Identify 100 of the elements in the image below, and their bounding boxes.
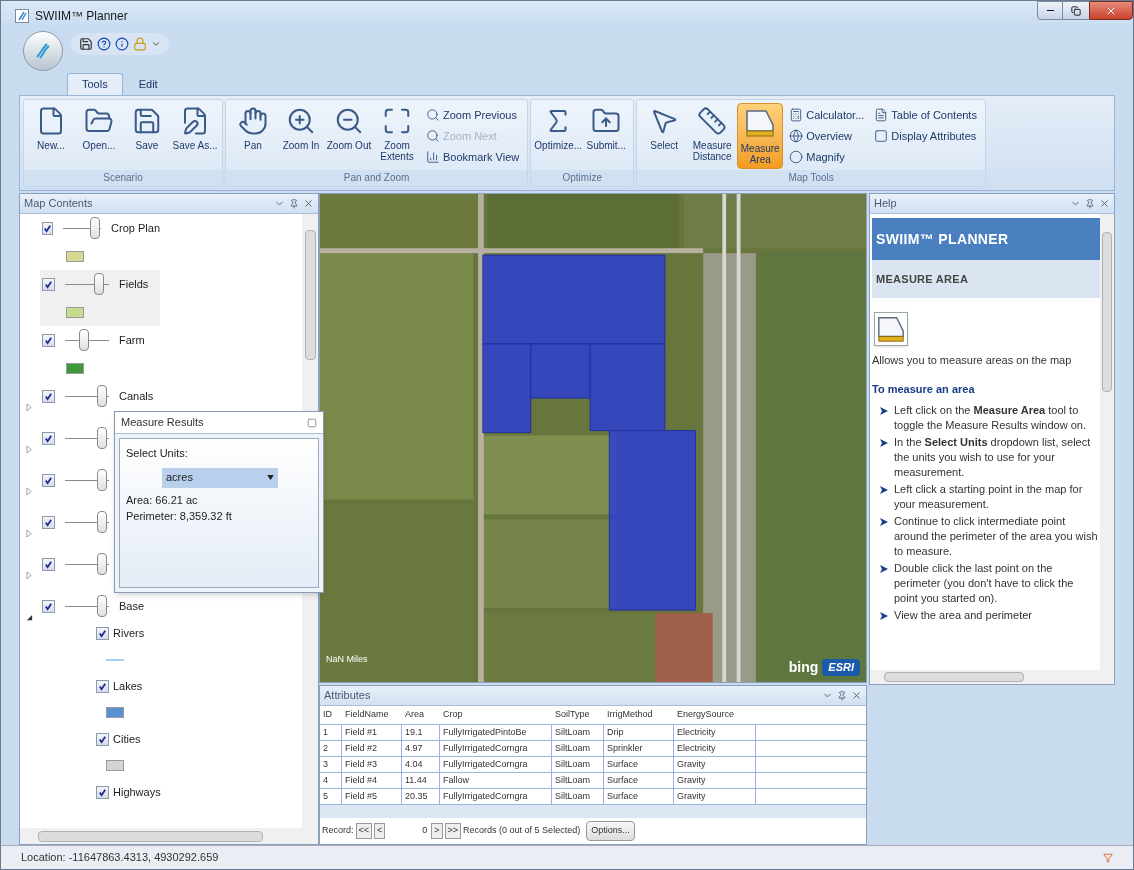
checkbox[interactable] <box>42 333 55 347</box>
bullet-arrow-icon <box>880 612 888 620</box>
satellite-map-drawing[interactable] <box>320 194 866 682</box>
checkbox[interactable] <box>42 431 55 445</box>
horizontal-scrollbar[interactable] <box>20 828 318 844</box>
slider-thumb[interactable] <box>97 385 108 407</box>
ribbon-large-button[interactable]: Save <box>124 103 170 169</box>
checkbox[interactable] <box>42 277 55 291</box>
ribbon-large-button[interactable]: New... <box>28 103 74 169</box>
record-field[interactable]: 0 <box>387 824 430 838</box>
pin-icon[interactable] <box>1085 198 1095 209</box>
ribbon-small-button[interactable]: Table of Contents <box>872 105 979 125</box>
checkbox[interactable] <box>42 515 55 529</box>
expand-icon[interactable] <box>26 530 33 537</box>
last-record-button[interactable]: >> <box>444 823 462 839</box>
ribbon-tab[interactable]: Tools <box>67 73 123 95</box>
units-dropdown[interactable]: acres <box>162 467 278 488</box>
expand-icon[interactable] <box>26 446 33 453</box>
slider-thumb[interactable] <box>97 553 108 575</box>
save-icon[interactable] <box>79 37 93 51</box>
layer-item[interactable]: Crop Plan <box>40 214 160 270</box>
slider-thumb[interactable] <box>97 427 108 449</box>
ribbon-tab[interactable]: Edit <box>124 73 172 95</box>
slider-thumb[interactable] <box>93 273 104 295</box>
slider-thumb[interactable] <box>97 469 108 491</box>
column-header[interactable]: Crop <box>440 708 552 722</box>
ribbon-large-button[interactable]: Zoom Extents <box>374 103 420 169</box>
expand-icon[interactable] <box>26 572 33 579</box>
ribbon-large-button[interactable]: Zoom Out <box>326 103 372 169</box>
filter-icon[interactable] <box>1103 852 1113 863</box>
close-button[interactable] <box>1089 1 1133 20</box>
opacity-slider[interactable] <box>65 427 109 449</box>
column-header[interactable]: IrrigMethod <box>604 708 674 722</box>
checkbox[interactable] <box>42 557 55 571</box>
checkbox[interactable] <box>42 389 55 403</box>
ribbon-small-button[interactable]: Calculator... <box>787 105 867 125</box>
ribbon-small-button[interactable]: Display Attributes <box>872 126 979 146</box>
column-header[interactable]: Area <box>402 708 440 722</box>
close-icon[interactable] <box>1099 198 1110 209</box>
slider-thumb[interactable] <box>97 511 108 533</box>
slider-thumb[interactable] <box>89 217 100 239</box>
opacity-slider[interactable] <box>63 217 102 239</box>
checkbox[interactable] <box>42 473 55 487</box>
ribbon-large-button[interactable]: Submit... <box>583 103 630 169</box>
vertical-scrollbar[interactable] <box>1100 214 1114 670</box>
ribbon-small-button[interactable]: Magnify <box>787 147 867 167</box>
layer-item[interactable]: Fields <box>40 270 160 326</box>
opacity-slider[interactable] <box>65 595 109 617</box>
expand-icon[interactable] <box>26 404 33 411</box>
ribbon-small-button[interactable]: Zoom Previous <box>424 105 522 125</box>
opacity-slider[interactable] <box>65 553 109 575</box>
layer-item[interactable]: Canals <box>40 382 160 410</box>
ribbon-large-button[interactable]: Measure Distance <box>689 103 736 169</box>
checkbox[interactable] <box>96 732 109 746</box>
horizontal-scrollbar[interactable] <box>870 670 1114 684</box>
ribbon-small-button[interactable]: Overview <box>787 126 867 146</box>
opacity-slider[interactable] <box>65 273 109 295</box>
pin-icon[interactable] <box>837 690 847 701</box>
next-record-button[interactable]: > <box>431 823 443 839</box>
opacity-slider[interactable] <box>65 329 109 351</box>
info-icon[interactable] <box>115 37 129 51</box>
ribbon-large-button[interactable]: Measure Area <box>737 103 784 169</box>
slider-thumb[interactable] <box>78 329 89 351</box>
checkbox[interactable] <box>96 679 109 693</box>
opacity-slider[interactable] <box>65 385 109 407</box>
layer-item[interactable]: Farm <box>40 326 160 382</box>
opacity-slider[interactable] <box>65 469 109 491</box>
column-header[interactable]: EnergySource <box>674 708 756 722</box>
window-control-icon[interactable] <box>307 417 317 428</box>
previous-record-button[interactable]: < <box>374 823 386 839</box>
help-icon[interactable] <box>97 37 111 51</box>
ribbon-large-button[interactable]: Open... <box>76 103 122 169</box>
opacity-slider[interactable] <box>65 511 109 533</box>
customize-toolbar-icon[interactable] <box>151 39 161 49</box>
slider-thumb[interactable] <box>97 595 108 617</box>
dropdown-arrow-icon <box>267 475 274 480</box>
column-header[interactable]: SoilType <box>552 708 604 722</box>
column-header[interactable]: ID <box>320 708 342 722</box>
checkbox[interactable] <box>42 599 55 613</box>
pin-icon[interactable] <box>289 198 299 209</box>
first-record-button[interactable]: << <box>355 823 373 839</box>
checkbox[interactable] <box>96 626 109 640</box>
close-icon[interactable] <box>303 198 314 209</box>
app-menu-button[interactable] <box>23 31 63 71</box>
ribbon-large-button[interactable]: Save As... <box>172 103 218 169</box>
ribbon-large-button[interactable]: Optimize... <box>535 103 582 169</box>
ribbon-large-button[interactable]: Zoom In <box>278 103 324 169</box>
collapse-icon[interactable] <box>26 614 33 621</box>
options-button[interactable]: Options... <box>586 821 635 841</box>
ribbon-large-button[interactable]: Select <box>641 103 688 169</box>
ribbon-small-button[interactable]: Bookmark View <box>424 147 522 167</box>
column-header[interactable]: FieldName <box>342 708 402 722</box>
ribbon-large-button[interactable]: Pan <box>230 103 276 169</box>
expand-icon[interactable] <box>26 488 33 495</box>
checkbox[interactable] <box>42 221 54 235</box>
checkbox[interactable] <box>96 785 109 799</box>
close-icon[interactable] <box>851 690 862 701</box>
restore-button[interactable] <box>1063 1 1089 20</box>
checkmark-icon <box>98 681 107 691</box>
layer-item[interactable]: Base <box>40 592 160 620</box>
